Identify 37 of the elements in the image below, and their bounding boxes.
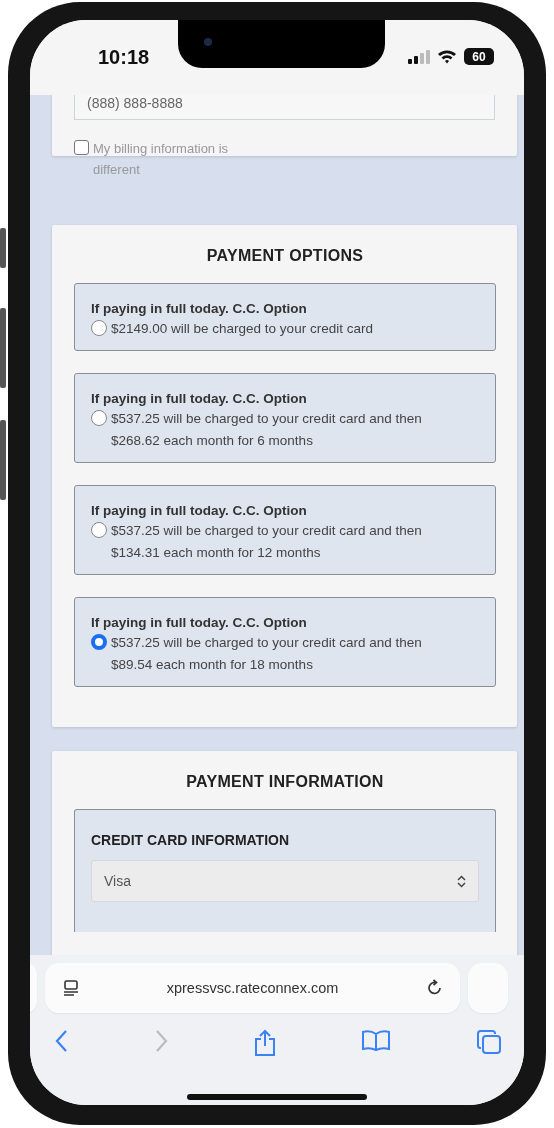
payment-option[interactable]: If paying in full today. C.C. Option $537.25 will be charged to your credit card and then $89.54 each month for 18 months bbox=[74, 597, 496, 687]
radio-button[interactable] bbox=[91, 522, 107, 538]
checkbox[interactable] bbox=[74, 140, 89, 155]
payment-option[interactable]: If paying in full today. C.C. Option $537.25 will be charged to your credit card and then $134.31 each month for 12 months bbox=[74, 485, 496, 575]
section-title: PAYMENT INFORMATION bbox=[185, 773, 385, 791]
radio-button[interactable] bbox=[91, 634, 107, 650]
option-text: $537.25 will be charged to your credit card and then $268.62 each month for 6 months bbox=[111, 410, 423, 450]
reload-icon[interactable] bbox=[426, 979, 444, 997]
battery-level: 60 bbox=[464, 48, 494, 65]
page-menu-icon bbox=[63, 980, 79, 996]
option-heading: If paying in full today. C.C. Option bbox=[91, 503, 308, 518]
radio-button[interactable] bbox=[91, 320, 107, 336]
share-icon[interactable] bbox=[252, 1029, 277, 1057]
option-text: $537.25 will be charged to your credit card and then $134.31 each month for 12 months bbox=[111, 522, 423, 562]
option-heading: If paying in full today. C.C. Option bbox=[91, 301, 308, 316]
tabs-icon[interactable] bbox=[476, 1029, 502, 1055]
chevron-icon bbox=[457, 874, 466, 888]
option-heading: If paying in full today. C.C. Option bbox=[91, 391, 308, 406]
section-title: PAYMENT OPTIONS bbox=[205, 247, 365, 265]
panel-title: CREDIT CARD INFORMATION bbox=[91, 832, 291, 848]
payment-option[interactable]: If paying in full today. C.C. Option $2149.00 will be charged to your credit card bbox=[74, 283, 496, 351]
address-bar[interactable]: xpressvsc.rateconnex.com bbox=[45, 963, 460, 1013]
status-time: 10:18 bbox=[98, 46, 150, 69]
checkbox-label: My billing information is different bbox=[93, 140, 230, 179]
url-text: xpressvsc.rateconnex.com bbox=[166, 980, 339, 996]
bookmarks-icon[interactable] bbox=[361, 1029, 392, 1053]
wifi-icon bbox=[437, 49, 457, 64]
option-text: $537.25 will be charged to your credit card and then $89.54 each month for 18 months bbox=[111, 634, 423, 674]
back-icon[interactable] bbox=[55, 1029, 69, 1053]
camera-icon bbox=[204, 38, 212, 46]
card-type-select[interactable]: Visa bbox=[91, 860, 479, 902]
phone-field[interactable]: (888) 888-8888 bbox=[74, 95, 495, 120]
signal-icon bbox=[408, 49, 430, 64]
option-heading: If paying in full today. C.C. Option bbox=[91, 615, 308, 630]
option-text: $2149.00 will be charged to your credit card bbox=[111, 320, 374, 338]
radio-button[interactable] bbox=[91, 410, 107, 426]
payment-option[interactable]: If paying in full today. C.C. Option $537.25 will be charged to your credit card and then $268.62 each month for 6 months bbox=[74, 373, 496, 463]
